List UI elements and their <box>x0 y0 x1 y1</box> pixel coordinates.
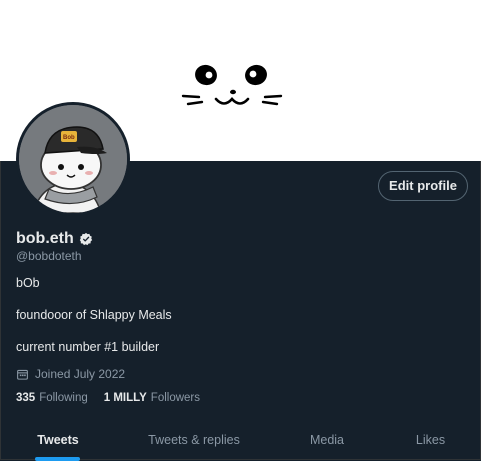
profile-name-row: bob.eth <box>16 229 93 249</box>
joined-label: Joined July 2022 <box>35 367 126 381</box>
followers-link[interactable]: 1 MILLY Followers <box>104 392 200 404</box>
tab-tweets[interactable]: Tweets <box>0 424 116 461</box>
joined-date: Joined July 2022 <box>16 367 125 381</box>
tab-tweets-and-replies[interactable]: Tweets & replies <box>116 424 272 461</box>
display-name: bob.eth <box>16 230 74 247</box>
verified-badge-icon[interactable] <box>79 232 93 246</box>
following-link[interactable]: 335 Following <box>16 392 88 404</box>
svg-text:Bob: Bob <box>63 135 75 141</box>
cat-avatar-image: Bob <box>19 105 127 213</box>
followers-label: Followers <box>150 392 201 404</box>
tab-media[interactable]: Media <box>272 424 382 461</box>
profile-avatar[interactable]: Bob <box>16 102 130 216</box>
following-count: 335 <box>16 392 36 404</box>
bio-line: bOb <box>16 276 40 290</box>
edit-profile-button[interactable]: Edit profile <box>378 171 468 201</box>
followers-count: 1 MILLY <box>103 392 147 404</box>
bio-line: foundooor of Shlappy Meals <box>16 308 172 322</box>
profile-tabs: Tweets Tweets & replies Media Likes <box>0 424 481 461</box>
active-tab-indicator <box>35 457 80 461</box>
calendar-icon <box>17 369 28 380</box>
following-label: Following <box>39 392 88 404</box>
bio-line: current number #1 builder <box>16 340 160 354</box>
follow-stats: 335 Following 1 MILLY Followers <box>16 392 216 404</box>
tab-likes[interactable]: Likes <box>382 424 479 461</box>
profile-handle: @bobdoteth <box>16 249 82 263</box>
